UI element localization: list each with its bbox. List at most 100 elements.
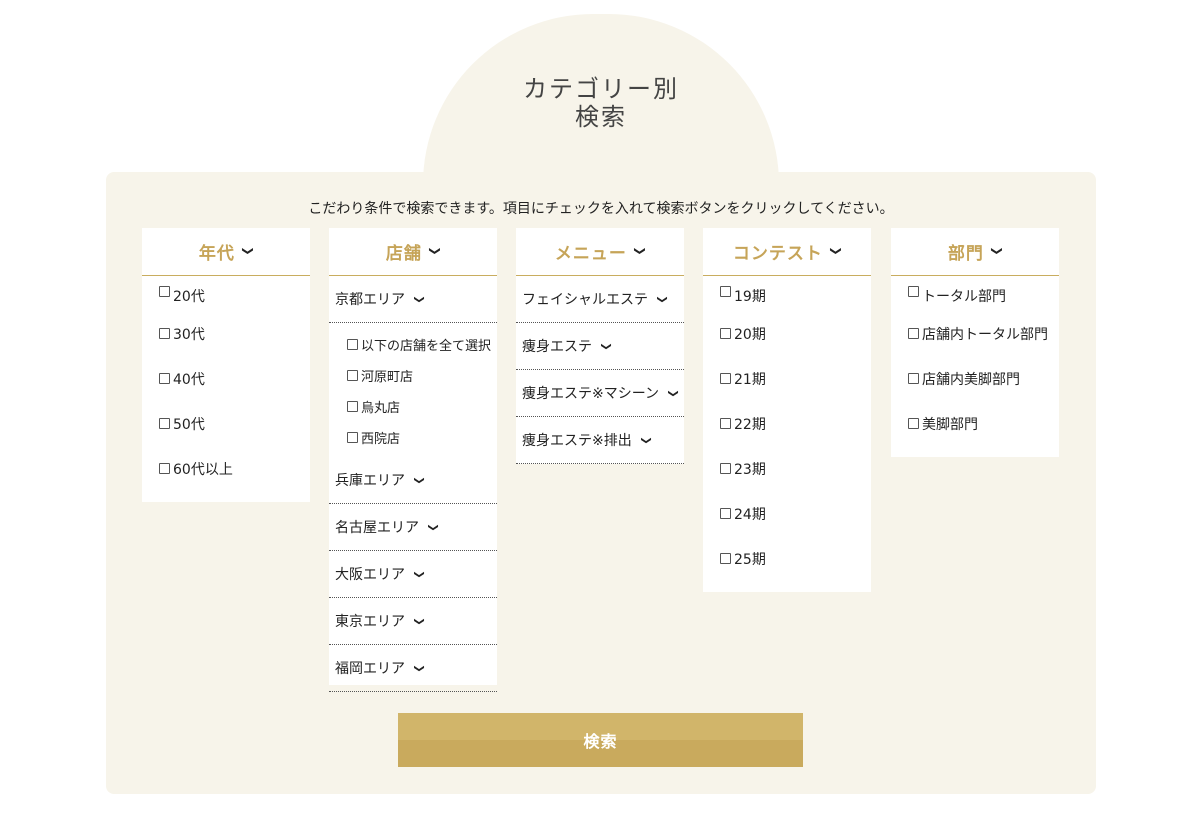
checkbox-icon[interactable] <box>347 401 358 412</box>
chevron-down-icon: ❯ <box>413 475 425 485</box>
checkbox-icon[interactable] <box>720 553 731 564</box>
contest-option[interactable]: 21期 <box>703 356 871 401</box>
store-option[interactable]: 河原町店 <box>347 360 497 391</box>
menu-accordion-item[interactable]: 痩身エステ※マシーン ❯ <box>516 370 684 417</box>
contest-option[interactable]: 20期 <box>703 311 871 356</box>
division-option-label: 店舗内トータル部門 <box>922 326 1048 343</box>
contest-option[interactable]: 24期 <box>703 491 871 536</box>
chevron-down-icon: ❯ <box>829 246 843 257</box>
division-column-header[interactable]: 部門 ❯ <box>891 228 1059 276</box>
page-title-line1: カテゴリー別 <box>523 75 679 103</box>
division-option[interactable]: 美脚部門 <box>891 401 1059 446</box>
chevron-down-icon: ❯ <box>428 246 442 257</box>
contest-column-header[interactable]: コンテスト ❯ <box>703 228 871 276</box>
checkbox-icon[interactable] <box>908 328 919 339</box>
menu-accordion-item[interactable]: フェイシャルエステ ❯ <box>516 276 684 323</box>
intro-text: こだわり条件で検索できます。項目にチェックを入れて検索ボタンをクリックしてくださ… <box>308 201 894 217</box>
checkbox-icon[interactable] <box>720 373 731 384</box>
chevron-down-icon: ❯ <box>990 246 1004 257</box>
store-column: 店舗 ❯ 京都エリア ❯ 以下の店舗を全て選択 河原町店烏丸店西院店兵庫エリア ❯ 名古屋… <box>329 228 497 692</box>
contest-column-title: コンテスト <box>732 244 823 264</box>
store-area-item[interactable]: 兵庫エリア ❯ <box>329 457 497 504</box>
chevron-down-icon: ❯ <box>600 341 612 351</box>
division-list: トータル部門店舗内トータル部門店舗内美脚部門美脚部門 <box>891 276 1059 446</box>
checkbox-icon[interactable] <box>159 463 170 474</box>
contest-option-label: 21期 <box>734 371 766 388</box>
division-option[interactable]: 店舗内美脚部門 <box>891 356 1059 401</box>
menu-accordion-item[interactable]: 痩身エステ ❯ <box>516 323 684 370</box>
store-option[interactable]: 烏丸店 <box>347 391 497 422</box>
contest-option-label: 25期 <box>734 551 766 568</box>
store-option[interactable]: 以下の店舗を全て選択 <box>347 329 497 360</box>
store-area-item[interactable]: 名古屋エリア ❯ <box>329 504 497 551</box>
store-area-item[interactable]: 大阪エリア ❯ <box>329 551 497 598</box>
chevron-down-icon: ❯ <box>656 294 668 304</box>
division-column-title: 部門 <box>947 244 984 264</box>
age-option[interactable]: 20代 <box>142 286 310 311</box>
contest-option-label: 20期 <box>734 326 766 343</box>
store-option-label: 以下の店舗を全て選択 <box>361 339 492 354</box>
contest-option[interactable]: 25期 <box>703 536 871 581</box>
checkbox-icon[interactable] <box>720 328 731 339</box>
age-option-label: 20代 <box>173 289 205 305</box>
chevron-down-icon: ❯ <box>413 616 425 626</box>
contest-column: コンテスト ❯ 19期 20期 21期 22期 23期 24期 25期 <box>703 228 871 592</box>
checkbox-icon[interactable] <box>720 286 731 297</box>
contest-option-label: 19期 <box>734 289 766 305</box>
checkbox-icon[interactable] <box>908 286 919 297</box>
contest-option[interactable]: 19期 <box>703 286 871 311</box>
contest-list: 19期 20期 21期 22期 23期 24期 25期 <box>703 276 871 581</box>
checkbox-icon[interactable] <box>908 373 919 384</box>
search-button[interactable]: 検索 <box>398 713 803 767</box>
contest-option-label: 23期 <box>734 461 766 478</box>
store-option[interactable]: 西院店 <box>347 422 497 453</box>
menu-accordion-item[interactable]: 痩身エステ※排出 ❯ <box>516 417 684 464</box>
age-option-label: 30代 <box>173 326 205 343</box>
menu-column-title: メニュー <box>554 244 627 264</box>
chevron-down-icon: ❯ <box>413 569 425 579</box>
age-option[interactable]: 40代 <box>142 356 310 401</box>
age-option[interactable]: 30代 <box>142 311 310 356</box>
store-area-item[interactable]: 福岡エリア ❯ <box>329 645 497 692</box>
menu-list: フェイシャルエステ ❯ 痩身エステ ❯ 痩身エステ※マシーン ❯ 痩身エステ※排出 ❯ <box>516 276 684 464</box>
checkbox-icon[interactable] <box>908 418 919 429</box>
checkbox-icon[interactable] <box>720 418 731 429</box>
store-option-label: 烏丸店 <box>361 401 401 416</box>
chevron-down-icon: ❯ <box>241 246 255 257</box>
store-column-header[interactable]: 店舗 ❯ <box>329 228 497 276</box>
menu-column-header[interactable]: メニュー ❯ <box>516 228 684 276</box>
division-option-label: 美脚部門 <box>922 416 978 433</box>
checkbox-icon[interactable] <box>159 373 170 384</box>
age-option-label: 40代 <box>173 371 205 388</box>
checkbox-icon[interactable] <box>347 432 358 443</box>
age-option[interactable]: 60代以上 <box>142 446 310 491</box>
chevron-down-icon: ❯ <box>667 388 679 398</box>
store-option-label: 西院店 <box>361 432 401 447</box>
checkbox-icon[interactable] <box>347 339 358 350</box>
checkbox-icon[interactable] <box>159 418 170 429</box>
age-column: 年代 ❯ 20代 30代 40代 50代 60代以上 <box>142 228 310 502</box>
checkbox-icon[interactable] <box>159 286 170 297</box>
checkbox-icon[interactable] <box>720 463 731 474</box>
age-column-header[interactable]: 年代 ❯ <box>142 228 310 276</box>
store-option-label: 河原町店 <box>361 370 414 385</box>
checkbox-icon[interactable] <box>159 328 170 339</box>
page-title-line2: 検索 <box>575 103 627 131</box>
contest-option[interactable]: 22期 <box>703 401 871 446</box>
division-option[interactable]: トータル部門 <box>891 286 1059 311</box>
store-area-item[interactable]: 京都エリア ❯ <box>329 276 497 323</box>
menu-accordion-label: 痩身エステ※排出 <box>522 433 632 449</box>
menu-accordion-label: 痩身エステ <box>522 339 592 355</box>
division-option[interactable]: 店舗内トータル部門 <box>891 311 1059 356</box>
age-option[interactable]: 50代 <box>142 401 310 446</box>
checkbox-icon[interactable] <box>720 508 731 519</box>
store-area-label: 福岡エリア <box>335 661 405 677</box>
contest-option[interactable]: 23期 <box>703 446 871 491</box>
menu-accordion-label: フェイシャルエステ <box>522 292 648 308</box>
checkbox-icon[interactable] <box>347 370 358 381</box>
store-area-item[interactable]: 東京エリア ❯ <box>329 598 497 645</box>
chevron-down-icon: ❯ <box>640 435 652 445</box>
menu-column: メニュー ❯ フェイシャルエステ ❯ 痩身エステ ❯ 痩身エステ※マシーン ❯ 痩身エステ※… <box>516 228 684 464</box>
store-area-label: 兵庫エリア <box>335 473 405 489</box>
store-area-label: 東京エリア <box>335 614 405 630</box>
